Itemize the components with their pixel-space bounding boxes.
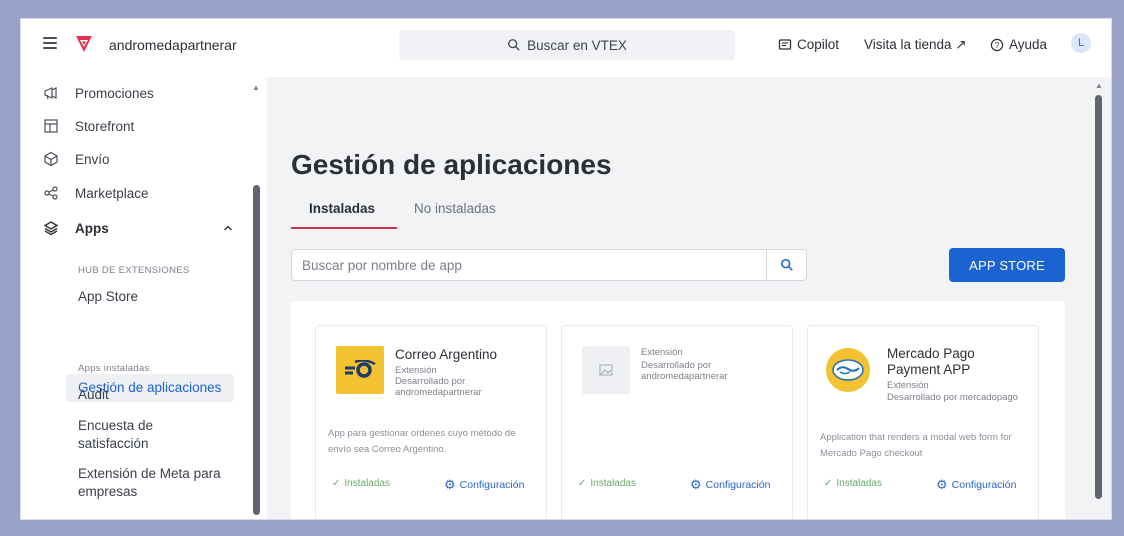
app-card-unnamed[interactable]: Extensión Desarrollado por andromedapart… bbox=[561, 325, 793, 519]
copilot-label: Copilot bbox=[797, 37, 840, 52]
app-card-correo-argentino[interactable]: Correo Argentino Extensión Desarrollado … bbox=[315, 325, 547, 519]
app-window: andromedapartnerar Buscar en VTEX Copilo… bbox=[20, 18, 1112, 520]
copilot-button[interactable]: Copilot bbox=[778, 37, 839, 52]
vtex-logo bbox=[76, 36, 92, 52]
mercado-pago-logo bbox=[826, 348, 870, 392]
app-search-input[interactable] bbox=[292, 250, 766, 280]
section-label-hub: HUB DE EXTENSIONES bbox=[78, 265, 190, 276]
sidebar-scrollbar[interactable] bbox=[253, 185, 260, 515]
app-card-mercado-pago[interactable]: Mercado Pago Payment APP Extensión Desar… bbox=[807, 325, 1039, 519]
image-placeholder-icon bbox=[582, 346, 630, 394]
menu-icon[interactable] bbox=[43, 37, 57, 49]
visit-store-label: Visita la tienda ↗ bbox=[864, 37, 967, 52]
top-bar: andromedapartnerar Buscar en VTEX Copilo… bbox=[21, 19, 1111, 77]
section-label-installed: Apps instaladas bbox=[78, 363, 150, 374]
app-developer: Desarrollado por andromedapartnerar bbox=[641, 360, 728, 382]
chevron-up-icon[interactable] bbox=[223, 223, 233, 233]
check-icon: ✓ bbox=[332, 478, 341, 489]
config-label: Configuración bbox=[705, 479, 771, 491]
config-label: Configuración bbox=[459, 479, 525, 491]
tab-no-instaladas[interactable]: No instaladas bbox=[414, 201, 496, 216]
box-icon bbox=[44, 151, 58, 167]
global-search-label: Buscar en VTEX bbox=[527, 37, 627, 53]
check-icon: ✓ bbox=[824, 478, 833, 489]
sidebar-item-apps[interactable]: Apps bbox=[43, 216, 233, 240]
sidebar-item-promociones[interactable]: Promociones bbox=[43, 81, 154, 105]
config-button[interactable]: ⚙ Configuración bbox=[690, 477, 770, 493]
page-title: Gestión de aplicaciones bbox=[291, 149, 612, 180]
app-name: Mercado Pago Payment APP bbox=[887, 346, 975, 377]
sidebar: ▲ Promociones Storefront Envío Marketpla… bbox=[21, 77, 267, 519]
app-type: Extensión bbox=[395, 365, 437, 376]
sidebar-subitem-audit[interactable]: Audit bbox=[78, 387, 109, 402]
sidebar-item-label: Storefront bbox=[75, 118, 135, 134]
help-icon: ? bbox=[990, 38, 1004, 51]
sidebar-item-storefront[interactable]: Storefront bbox=[43, 114, 134, 138]
sidebar-item-marketplace[interactable]: Marketplace bbox=[43, 181, 149, 205]
sidebar-subitem-encuesta[interactable]: Encuesta de satisfacción bbox=[78, 417, 208, 453]
sidebar-subitem-app-store[interactable]: App Store bbox=[78, 289, 138, 304]
gear-icon: ⚙ bbox=[444, 477, 456, 492]
sidebar-item-label: Apps bbox=[75, 220, 109, 236]
global-search[interactable]: Buscar en VTEX bbox=[399, 30, 735, 60]
installed-status: ✓ Instaladas bbox=[332, 478, 390, 489]
search-icon bbox=[780, 258, 793, 271]
installed-label: Instaladas bbox=[590, 478, 636, 489]
config-button[interactable]: ⚙ Configuración bbox=[936, 477, 1016, 493]
active-tab-indicator bbox=[291, 227, 397, 229]
check-icon: ✓ bbox=[578, 478, 587, 489]
avatar[interactable]: L bbox=[1071, 33, 1091, 53]
gear-icon: ⚙ bbox=[936, 477, 948, 492]
account-name[interactable]: andromedapartnerar bbox=[109, 37, 237, 53]
visit-store-link[interactable]: Visita la tienda ↗ bbox=[864, 37, 967, 53]
main-content: Gestión de aplicaciones Instaladas No in… bbox=[267, 77, 1111, 519]
sidebar-item-label: Marketplace bbox=[75, 185, 149, 201]
app-type: Extensión bbox=[887, 380, 929, 391]
search-icon bbox=[508, 39, 520, 51]
sidebar-subitem-meta[interactable]: Extensión de Meta para empresas bbox=[78, 465, 228, 501]
installed-label: Instaladas bbox=[836, 478, 882, 489]
sidebar-item-envio[interactable]: Envío bbox=[43, 147, 110, 171]
app-name: Correo Argentino bbox=[395, 347, 498, 362]
gear-icon: ⚙ bbox=[690, 477, 702, 492]
app-description: Application that renders a modal web for… bbox=[820, 432, 1012, 459]
svg-text:?: ? bbox=[995, 41, 1000, 50]
sidebar-item-label: Envío bbox=[75, 151, 110, 167]
app-search-field[interactable] bbox=[291, 249, 807, 281]
config-label: Configuración bbox=[951, 479, 1017, 491]
app-search-button[interactable] bbox=[766, 250, 806, 280]
app-developer: Desarrollado por mercadopago bbox=[887, 392, 1018, 403]
installed-status: ✓ Instaladas bbox=[578, 478, 636, 489]
help-label: Ayuda bbox=[1009, 37, 1048, 52]
app-developer: Desarrollado por andromedapartnerar bbox=[395, 376, 482, 398]
chat-icon bbox=[778, 38, 792, 50]
app-store-button[interactable]: APP STORE bbox=[949, 248, 1065, 282]
app-type: Extensión bbox=[641, 347, 683, 358]
layout-icon bbox=[44, 119, 58, 133]
layers-icon bbox=[43, 221, 59, 236]
tab-instaladas[interactable]: Instaladas bbox=[309, 201, 375, 216]
correo-argentino-logo bbox=[336, 346, 384, 394]
app-description: App para gestionar ordenes cuyo método d… bbox=[328, 428, 516, 455]
config-button[interactable]: ⚙ Configuración bbox=[444, 477, 524, 493]
main-scrollbar[interactable] bbox=[1095, 95, 1102, 499]
apps-panel: Correo Argentino Extensión Desarrollado … bbox=[291, 301, 1065, 519]
megaphone-icon bbox=[44, 87, 57, 100]
scroll-up-icon[interactable]: ▲ bbox=[1095, 81, 1103, 90]
help-button[interactable]: ? Ayuda bbox=[990, 37, 1047, 52]
scroll-up-icon[interactable]: ▲ bbox=[252, 83, 260, 92]
installed-status: ✓ Instaladas bbox=[824, 478, 882, 489]
share-nodes-icon bbox=[44, 186, 58, 200]
sidebar-item-label: Promociones bbox=[75, 85, 154, 101]
installed-label: Instaladas bbox=[344, 478, 390, 489]
